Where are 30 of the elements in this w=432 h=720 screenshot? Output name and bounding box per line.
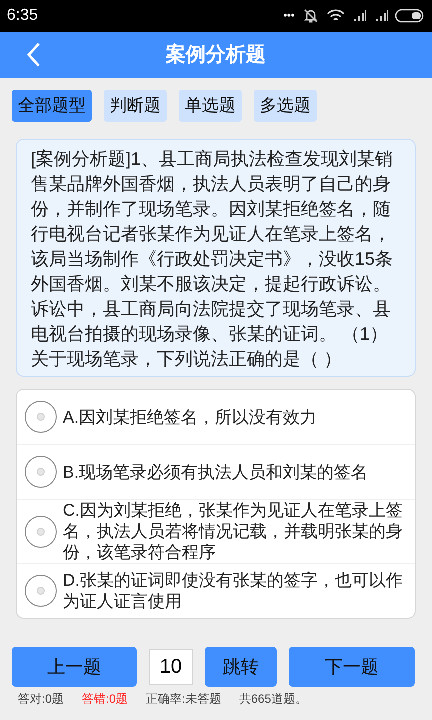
page-number-field[interactable]: 10 xyxy=(149,649,193,685)
wifi-icon xyxy=(327,9,345,23)
filter-tab[interactable]: 判断题 xyxy=(104,90,167,122)
radio-button[interactable] xyxy=(25,516,57,548)
option-text: A.因刘某拒绝签名，所以没有效力 xyxy=(63,406,318,428)
filter-tab[interactable]: 全部题型 xyxy=(12,90,92,122)
previous-button[interactable]: 上一题 xyxy=(12,647,137,687)
battery-icon xyxy=(395,9,425,23)
stat-text: 正确率:未答题 xyxy=(146,691,222,708)
bell-off-icon xyxy=(303,8,319,24)
page-title: 案例分析题 xyxy=(166,42,266,68)
next-button[interactable]: 下一题 xyxy=(289,647,415,687)
filter-tab[interactable]: 多选题 xyxy=(254,90,317,122)
jump-button[interactable]: 跳转 xyxy=(205,647,277,687)
signal-icon xyxy=(375,10,389,22)
signal-icon xyxy=(353,10,367,22)
question-text: [案例分析题]1、县工商局执法检查发现刘某销售某品牌外国香烟，执法人员表明了自己的身份，并制作了现场笔录。因刘某拒绝签名，随行电视台记者张某作为见证人在笔录上签名，该局当场制作《行政处罚决定书》，没收15条外国香烟。刘某不服该决定，提起行政诉讼。诉讼中，县工商局向法院提交了现场笔录、县电视台拍摄的现场录像、张某的证词。 （1）关于现场笔录，下列说法正确的是（ ） xyxy=(31,148,394,371)
radio-button[interactable] xyxy=(25,401,57,433)
filter-tab[interactable]: 单选题 xyxy=(179,90,242,122)
option-text: C.因为刘某拒绝，张某作为见证人在笔录上签名，执法人员若将情况记载，并载明张某的身份，该笔录符合程序 xyxy=(63,500,404,563)
more-dots: ••• xyxy=(283,8,295,24)
radio-button[interactable] xyxy=(25,575,57,607)
stat-text: 答错:0题 xyxy=(82,691,128,708)
stat-text: 答对:0题 xyxy=(18,691,64,708)
status-time: 6:35 xyxy=(7,6,38,26)
radio-button[interactable] xyxy=(25,456,57,488)
option-text: D.张某的证词即使没有张某的签字，也可以作为证人证言使用 xyxy=(63,570,404,612)
stat-text: 共665道题。 xyxy=(239,691,308,708)
back-icon[interactable] xyxy=(26,42,42,68)
option-text: B.现场笔录必须有执法人员和刘某的签名 xyxy=(63,462,368,482)
